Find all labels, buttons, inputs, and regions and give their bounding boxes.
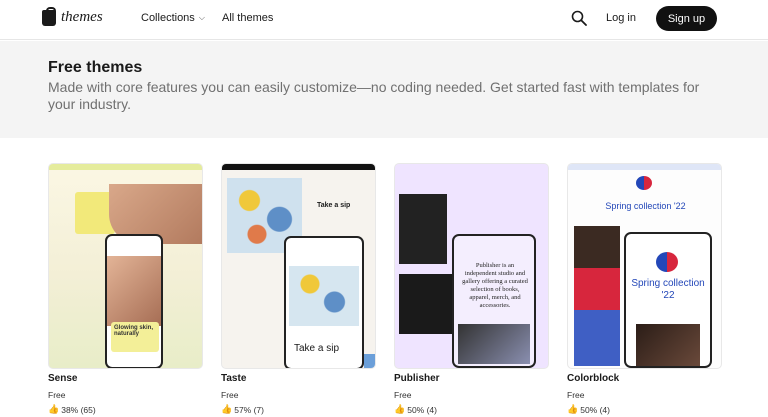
thumbs-up-icon: 👍 [394, 404, 406, 414]
theme-card-colorblock[interactable]: Spring collection '22 Spring collection … [567, 163, 722, 415]
theme-name[interactable]: Colorblock [567, 373, 619, 384]
preview-phone-text: Glowing skin, naturally [111, 322, 159, 352]
preview-phone-photo [107, 256, 161, 326]
thumbs-up-icon: 👍 [567, 404, 579, 414]
preview-phone: Spring collection '22 [624, 232, 712, 368]
theme-card-sense[interactable]: Glowing skin, naturally Sense Free 👍 38%… [48, 163, 203, 415]
signup-button[interactable]: Sign up [656, 6, 717, 31]
preview-phone-photo [458, 324, 530, 364]
preview-phone-photo [289, 266, 359, 326]
nav-collections[interactable]: Collections ⌵ [141, 12, 205, 24]
preview-phone: Glowing skin, naturally [105, 234, 163, 368]
preview-phone: Take a sip [284, 236, 364, 368]
nav-all-themes[interactable]: All themes [222, 12, 273, 24]
thumbs-up-icon: 👍 [221, 404, 233, 414]
page-description: Made with core features you can easily c… [48, 79, 700, 112]
theme-rating-value: 50% (4) [580, 404, 610, 415]
thumbs-up-icon: 👍 [48, 404, 60, 414]
preview-phone-photo [636, 324, 700, 366]
hero-section: Free themes Made with core features you … [0, 41, 768, 138]
login-link[interactable]: Log in [606, 12, 636, 24]
theme-rating-value: 38% (65) [61, 404, 96, 415]
theme-name[interactable]: Sense [48, 373, 77, 384]
theme-preview-colorblock[interactable]: Spring collection '22 Spring collection … [567, 163, 722, 369]
theme-rating: 👍 57% (7) [221, 404, 264, 415]
preview-accent [364, 354, 375, 368]
theme-rating: 👍 50% (4) [394, 404, 437, 415]
theme-rating: 👍 38% (65) [48, 404, 96, 415]
shopify-bag-icon [42, 6, 56, 26]
preview-photo [399, 194, 447, 264]
theme-rating: 👍 50% (4) [567, 404, 610, 415]
theme-name[interactable]: Taste [221, 373, 246, 384]
preview-phone: Publisher is an independent studio and g… [452, 234, 536, 368]
preview-banner [222, 164, 375, 170]
preview-phone-text: Publisher is an independent studio and g… [462, 262, 528, 309]
preview-banner [568, 164, 721, 170]
preview-heading: Take a sip [317, 202, 351, 209]
theme-rating-value: 50% (4) [407, 404, 437, 415]
theme-preview-publisher[interactable]: Publisher is an independent studio and g… [394, 163, 549, 369]
preview-photo-grid [399, 274, 457, 334]
preview-phone-text: Spring collection '22 [631, 278, 705, 301]
theme-card-taste[interactable]: Take a sip Take a sip Taste Free 👍 57% (… [221, 163, 376, 415]
preview-heading: Spring collection '22 [605, 201, 686, 211]
page-title: Free themes [48, 59, 143, 76]
preview-banner [49, 164, 202, 170]
preview-phone-text: Take a sip [294, 343, 340, 354]
shopify-themes-logo[interactable]: themes [42, 6, 103, 26]
preview-logo-icon [636, 176, 652, 190]
theme-name[interactable]: Publisher [394, 373, 440, 384]
theme-card-publisher[interactable]: Publisher is an independent studio and g… [394, 163, 549, 415]
theme-price: Free [48, 390, 66, 400]
logo-text: themes [61, 9, 103, 25]
search-icon[interactable] [571, 10, 587, 26]
top-navigation: themes Collections ⌵ All themes Log in S… [0, 0, 768, 40]
theme-price: Free [567, 390, 585, 400]
theme-preview-taste[interactable]: Take a sip Take a sip [221, 163, 376, 369]
theme-preview-sense[interactable]: Glowing skin, naturally [48, 163, 203, 369]
theme-rating-value: 57% (7) [234, 404, 264, 415]
theme-price: Free [394, 390, 412, 400]
theme-price: Free [221, 390, 239, 400]
nav-collections-label: Collections [141, 12, 195, 24]
chevron-down-icon: ⌵ [198, 13, 205, 22]
preview-photo [574, 226, 620, 366]
preview-phone-logo-icon [656, 252, 678, 272]
